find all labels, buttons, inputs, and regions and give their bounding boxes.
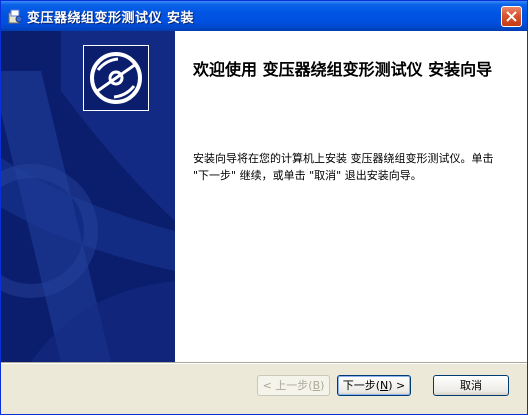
window-title: 变压器绕组变形测试仪 安装 <box>27 11 195 26</box>
next-button-hotkey: N <box>380 379 389 392</box>
welcome-heading: 欢迎使用 变压器绕组变形测试仪 安装向导 <box>193 60 493 79</box>
next-button[interactable]: 下一步(N) > <box>337 375 411 396</box>
close-button[interactable] <box>501 6 522 27</box>
cd-disc-icon <box>83 45 149 111</box>
close-icon <box>506 11 517 22</box>
next-button-label-end: ) > <box>388 379 406 392</box>
wizard-content: 欢迎使用 变压器绕组变形测试仪 安装向导 安装向导将在您的计算机上安装 变压器绕… <box>1 31 527 362</box>
installer-icon <box>7 8 23 24</box>
cancel-button[interactable]: 取消 <box>433 375 509 396</box>
back-button-label-end: ) <box>320 379 325 392</box>
installer-window: 变压器绕组变形测试仪 安装 欢迎使用 变压器绕组变形测试仪 安装向导 安装向导将… <box>0 0 528 415</box>
welcome-description: 安装向导将在您的计算机上安装 变压器绕组变形测试仪。单击 "下一步" 继续，或单… <box>193 152 494 182</box>
title-bar[interactable]: 变压器绕组变形测试仪 安装 <box>1 1 527 31</box>
next-button-label: 下一步( <box>342 379 381 392</box>
back-button[interactable]: < 上一步(B) <box>257 375 330 396</box>
footer-divider-highlight <box>1 363 527 364</box>
wizard-banner <box>1 31 175 362</box>
back-button-label: < 上一步( <box>262 379 313 392</box>
back-button-hotkey: B <box>312 379 321 392</box>
